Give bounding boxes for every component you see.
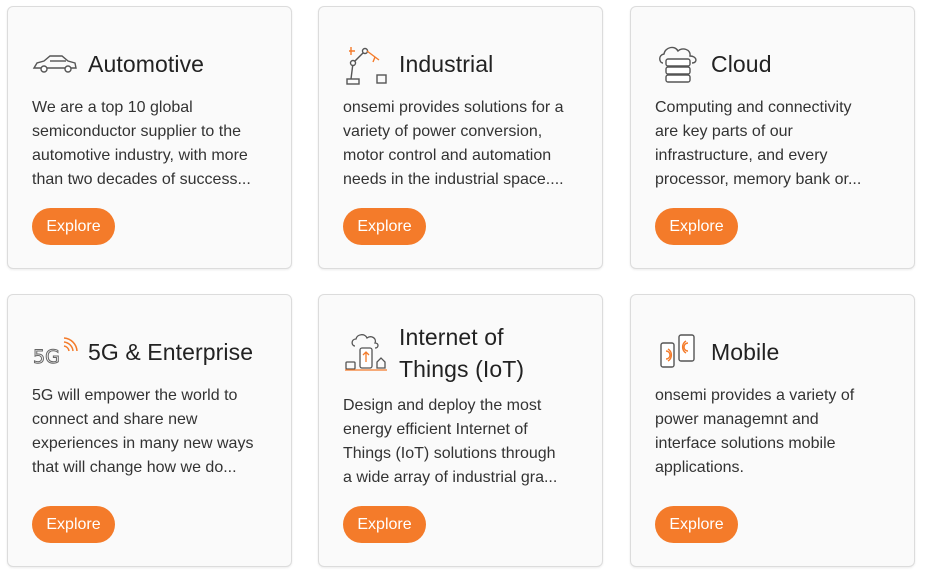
card-description: We are a top 10 global semiconductor supp… <box>32 99 251 188</box>
automotive-card: Automotive We are a top 10 global semicon… <box>7 6 292 269</box>
explore-iot-button[interactable]: Explore <box>343 506 426 543</box>
explore-5g-enterprise-button[interactable]: Explore <box>32 506 115 543</box>
card-title: Internet of Things (IoT) <box>399 324 525 382</box>
svg-text:5G: 5G <box>33 346 60 368</box>
explore-industrial-button[interactable]: Explore <box>343 208 426 245</box>
card-description: Design and deploy the most energy efficie… <box>343 397 558 486</box>
explore-mobile-button[interactable]: Explore <box>655 506 738 543</box>
card-title: Industrial <box>399 51 494 77</box>
card-title: Mobile <box>711 339 780 365</box>
card-title: Automotive <box>88 51 205 77</box>
card-header: Industrial <box>343 41 590 87</box>
card-header: Automotive <box>32 41 279 87</box>
explore-cloud-button[interactable]: Explore <box>655 208 738 245</box>
cloud-server-icon <box>655 41 701 87</box>
5g-enterprise-card: 5G 5G & Enterprise 5G will empower the w… <box>7 294 292 567</box>
card-description: onsemi provides a variety of power manage… <box>655 387 855 476</box>
5g-signal-icon: 5G <box>32 329 78 375</box>
car-icon <box>32 41 78 87</box>
robot-arm-icon <box>343 41 389 87</box>
iot-devices-icon <box>343 330 389 376</box>
card-header: Cloud <box>655 41 902 87</box>
card-header: Mobile <box>655 329 902 375</box>
explore-automotive-button[interactable]: Explore <box>32 208 115 245</box>
card-title: 5G & Enterprise <box>88 339 254 365</box>
industrial-card: Industrial onsemi provides solutions for… <box>318 6 603 269</box>
cloud-card: Cloud Computing and connectivity are key … <box>630 6 915 269</box>
card-title: Cloud <box>711 51 772 77</box>
card-description: 5G will empower the world to connect and … <box>32 387 254 476</box>
mobile-devices-icon <box>655 329 701 375</box>
card-description: onsemi provides solutions for a variety o… <box>343 99 564 188</box>
card-header: Internet of Things (IoT) <box>343 321 590 385</box>
mobile-card: Mobile onsemi provides a variety of power… <box>630 294 915 567</box>
card-description: Computing and connectivity are key parts … <box>655 99 862 188</box>
iot-card: Internet of Things (IoT) Design and depl… <box>318 294 603 567</box>
card-header: 5G 5G & Enterprise <box>32 329 279 375</box>
